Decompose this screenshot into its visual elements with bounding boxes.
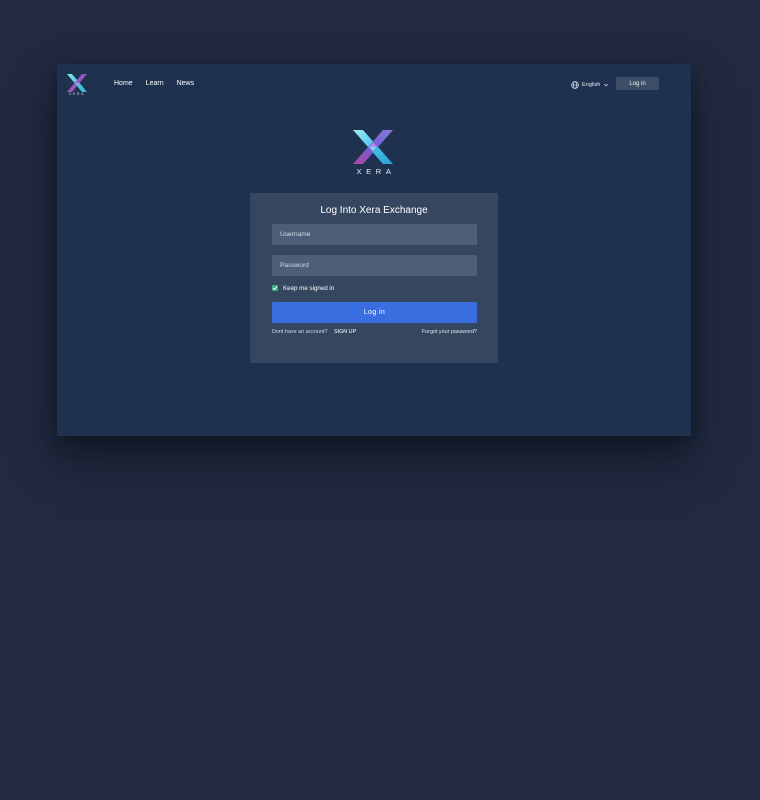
brand-wordmark: XERA xyxy=(356,167,396,176)
keep-signed-in-label: Keep me signed in xyxy=(283,284,335,292)
language-selector[interactable]: English xyxy=(571,80,609,90)
no-account-text: Dont have an account? xyxy=(272,329,328,335)
checkmark-icon xyxy=(272,286,278,291)
x-logo-icon xyxy=(67,74,87,92)
page-background: XERA Home Learn News English Log in XERA… xyxy=(0,0,760,800)
nav-news-link[interactable]: News xyxy=(177,80,195,87)
app-window: XERA Home Learn News English Log in XERA… xyxy=(57,64,691,436)
nav-learn-link[interactable]: Learn xyxy=(146,80,164,87)
checkbox-checked-icon[interactable] xyxy=(272,285,278,291)
username-input[interactable] xyxy=(272,224,477,245)
x-logo-icon xyxy=(353,130,393,164)
nav-home-link[interactable]: Home xyxy=(114,80,133,87)
login-title: Log Into Xera Exchange xyxy=(320,205,428,216)
keep-signed-in-checkbox[interactable]: Keep me signed in xyxy=(272,284,334,292)
brand-logo xyxy=(353,130,393,164)
chevron-down-icon xyxy=(604,83,609,87)
signup-link[interactable]: SIGN UP xyxy=(334,329,356,335)
main-nav: Home Learn News xyxy=(114,80,194,87)
language-label: English xyxy=(582,82,601,88)
header-logo-wordmark: XERA xyxy=(68,92,86,96)
header-login-button[interactable]: Log in xyxy=(616,77,659,90)
login-footer-links: Dont have an account? SIGN UP Forgot you… xyxy=(272,329,477,337)
login-card: Log Into Xera Exchange Keep me signed in… xyxy=(250,193,498,363)
login-submit-button[interactable]: Log in xyxy=(272,302,477,323)
forgot-password-link[interactable]: Forgot your password? xyxy=(422,329,477,335)
password-input[interactable] xyxy=(272,255,477,276)
globe-icon xyxy=(571,81,579,89)
